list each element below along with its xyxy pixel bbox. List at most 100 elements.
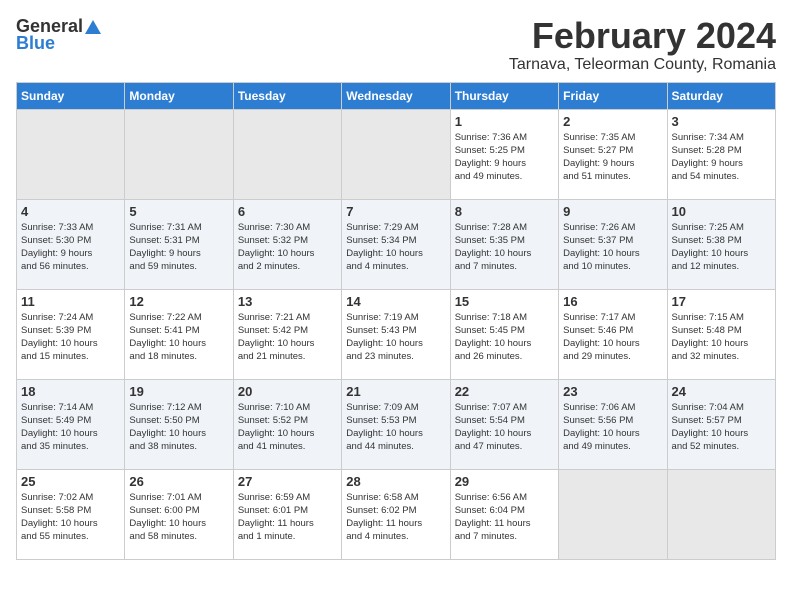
calendar-cell: 18 Sunrise: 7:14 AM Sunset: 5:49 PM Dayli… (17, 379, 125, 469)
calendar-cell: 22 Sunrise: 7:07 AM Sunset: 5:54 PM Dayli… (450, 379, 558, 469)
day-number: 14 (346, 294, 445, 309)
day-info: Sunrise: 6:58 AM Sunset: 6:02 PM Dayligh… (346, 491, 445, 544)
day-number: 23 (563, 384, 662, 399)
day-info: Sunrise: 7:02 AM Sunset: 5:58 PM Dayligh… (21, 491, 120, 544)
day-info: Sunrise: 7:10 AM Sunset: 5:52 PM Dayligh… (238, 401, 337, 454)
day-number: 17 (672, 294, 771, 309)
day-number: 9 (563, 204, 662, 219)
day-info: Sunrise: 7:15 AM Sunset: 5:48 PM Dayligh… (672, 311, 771, 364)
day-of-week-header: Monday (125, 82, 233, 109)
day-number: 26 (129, 474, 228, 489)
calendar-week-row: 18 Sunrise: 7:14 AM Sunset: 5:49 PM Dayli… (17, 379, 776, 469)
day-number: 11 (21, 294, 120, 309)
calendar-cell: 25 Sunrise: 7:02 AM Sunset: 5:58 PM Dayli… (17, 469, 125, 559)
calendar-cell: 6 Sunrise: 7:30 AM Sunset: 5:32 PM Daylig… (233, 199, 341, 289)
day-info: Sunrise: 7:28 AM Sunset: 5:35 PM Dayligh… (455, 221, 554, 274)
day-number: 27 (238, 474, 337, 489)
day-number: 7 (346, 204, 445, 219)
logo: General Blue (16, 16, 103, 54)
calendar-header: SundayMondayTuesdayWednesdayThursdayFrid… (17, 82, 776, 109)
day-of-week-header: Friday (559, 82, 667, 109)
calendar-cell: 3 Sunrise: 7:34 AM Sunset: 5:28 PM Daylig… (667, 109, 775, 199)
day-info: Sunrise: 7:29 AM Sunset: 5:34 PM Dayligh… (346, 221, 445, 274)
day-of-week-header: Tuesday (233, 82, 341, 109)
day-info: Sunrise: 7:14 AM Sunset: 5:49 PM Dayligh… (21, 401, 120, 454)
day-number: 16 (563, 294, 662, 309)
day-number: 8 (455, 204, 554, 219)
calendar-cell: 27 Sunrise: 6:59 AM Sunset: 6:01 PM Dayli… (233, 469, 341, 559)
day-info: Sunrise: 7:30 AM Sunset: 5:32 PM Dayligh… (238, 221, 337, 274)
day-of-week-header: Sunday (17, 82, 125, 109)
day-number: 10 (672, 204, 771, 219)
day-info: Sunrise: 7:33 AM Sunset: 5:30 PM Dayligh… (21, 221, 120, 274)
calendar-cell: 9 Sunrise: 7:26 AM Sunset: 5:37 PM Daylig… (559, 199, 667, 289)
calendar-cell (233, 109, 341, 199)
title-area: February 2024 Tarnava, Teleorman County,… (509, 16, 776, 74)
day-number: 4 (21, 204, 120, 219)
day-of-week-header: Thursday (450, 82, 558, 109)
day-info: Sunrise: 7:17 AM Sunset: 5:46 PM Dayligh… (563, 311, 662, 364)
calendar-cell: 21 Sunrise: 7:09 AM Sunset: 5:53 PM Dayli… (342, 379, 450, 469)
day-info: Sunrise: 7:36 AM Sunset: 5:25 PM Dayligh… (455, 131, 554, 184)
day-number: 12 (129, 294, 228, 309)
day-number: 22 (455, 384, 554, 399)
day-number: 21 (346, 384, 445, 399)
day-info: Sunrise: 7:12 AM Sunset: 5:50 PM Dayligh… (129, 401, 228, 454)
day-info: Sunrise: 7:09 AM Sunset: 5:53 PM Dayligh… (346, 401, 445, 454)
calendar-week-row: 25 Sunrise: 7:02 AM Sunset: 5:58 PM Dayli… (17, 469, 776, 559)
calendar-cell: 10 Sunrise: 7:25 AM Sunset: 5:38 PM Dayli… (667, 199, 775, 289)
day-info: Sunrise: 7:34 AM Sunset: 5:28 PM Dayligh… (672, 131, 771, 184)
calendar-cell: 23Sunrise: 7:06 AM Sunset: 5:56 PM Dayli… (559, 379, 667, 469)
calendar-cell: 8 Sunrise: 7:28 AM Sunset: 5:35 PM Daylig… (450, 199, 558, 289)
calendar-cell: 5 Sunrise: 7:31 AM Sunset: 5:31 PM Daylig… (125, 199, 233, 289)
day-info: Sunrise: 6:56 AM Sunset: 6:04 PM Dayligh… (455, 491, 554, 544)
day-number: 25 (21, 474, 120, 489)
day-info: Sunrise: 7:21 AM Sunset: 5:42 PM Dayligh… (238, 311, 337, 364)
day-of-week-header: Saturday (667, 82, 775, 109)
calendar-cell: 24Sunrise: 7:04 AM Sunset: 5:57 PM Dayli… (667, 379, 775, 469)
calendar-cell: 7 Sunrise: 7:29 AM Sunset: 5:34 PM Daylig… (342, 199, 450, 289)
day-info: Sunrise: 7:22 AM Sunset: 5:41 PM Dayligh… (129, 311, 228, 364)
day-of-week-header: Wednesday (342, 82, 450, 109)
calendar-cell: 19 Sunrise: 7:12 AM Sunset: 5:50 PM Dayli… (125, 379, 233, 469)
day-info: Sunrise: 7:26 AM Sunset: 5:37 PM Dayligh… (563, 221, 662, 274)
calendar-cell: 16 Sunrise: 7:17 AM Sunset: 5:46 PM Dayli… (559, 289, 667, 379)
day-number: 18 (21, 384, 120, 399)
day-info: Sunrise: 6:59 AM Sunset: 6:01 PM Dayligh… (238, 491, 337, 544)
page-header: General Blue February 2024 Tarnava, Tele… (16, 16, 776, 74)
day-number: 3 (672, 114, 771, 129)
calendar-week-row: 4 Sunrise: 7:33 AM Sunset: 5:30 PM Daylig… (17, 199, 776, 289)
calendar-cell: 29 Sunrise: 6:56 AM Sunset: 6:04 PM Dayli… (450, 469, 558, 559)
day-info: Sunrise: 7:25 AM Sunset: 5:38 PM Dayligh… (672, 221, 771, 274)
day-info: Sunrise: 7:24 AM Sunset: 5:39 PM Dayligh… (21, 311, 120, 364)
day-info: Sunrise: 7:35 AM Sunset: 5:27 PM Dayligh… (563, 131, 662, 184)
calendar-cell (559, 469, 667, 559)
day-info: Sunrise: 7:31 AM Sunset: 5:31 PM Dayligh… (129, 221, 228, 274)
day-info: Sunrise: 7:07 AM Sunset: 5:54 PM Dayligh… (455, 401, 554, 454)
day-number: 1 (455, 114, 554, 129)
calendar-cell (125, 109, 233, 199)
day-info: Sunrise: 7:18 AM Sunset: 5:45 PM Dayligh… (455, 311, 554, 364)
calendar-week-row: 11 Sunrise: 7:24 AM Sunset: 5:39 PM Dayli… (17, 289, 776, 379)
day-info: Sunrise: 7:19 AM Sunset: 5:43 PM Dayligh… (346, 311, 445, 364)
day-number: 6 (238, 204, 337, 219)
month-title: February 2024 (509, 16, 776, 56)
logo-triangle-icon (84, 18, 102, 36)
calendar-cell (667, 469, 775, 559)
calendar-cell: 13Sunrise: 7:21 AM Sunset: 5:42 PM Dayli… (233, 289, 341, 379)
calendar-table: SundayMondayTuesdayWednesdayThursdayFrid… (16, 82, 776, 560)
calendar-cell: 15Sunrise: 7:18 AM Sunset: 5:45 PM Dayli… (450, 289, 558, 379)
calendar-week-row: 1 Sunrise: 7:36 AM Sunset: 5:25 PM Daylig… (17, 109, 776, 199)
calendar-cell: 26Sunrise: 7:01 AM Sunset: 6:00 PM Dayli… (125, 469, 233, 559)
calendar-cell: 17 Sunrise: 7:15 AM Sunset: 5:48 PM Dayli… (667, 289, 775, 379)
day-number: 5 (129, 204, 228, 219)
location-subtitle: Tarnava, Teleorman County, Romania (509, 56, 776, 74)
day-number: 19 (129, 384, 228, 399)
calendar-cell (342, 109, 450, 199)
day-number: 29 (455, 474, 554, 489)
day-number: 28 (346, 474, 445, 489)
day-number: 24 (672, 384, 771, 399)
calendar-cell: 2Sunrise: 7:35 AM Sunset: 5:27 PM Daylig… (559, 109, 667, 199)
logo-blue-text: Blue (16, 33, 55, 54)
calendar-cell: 12 Sunrise: 7:22 AM Sunset: 5:41 PM Dayli… (125, 289, 233, 379)
